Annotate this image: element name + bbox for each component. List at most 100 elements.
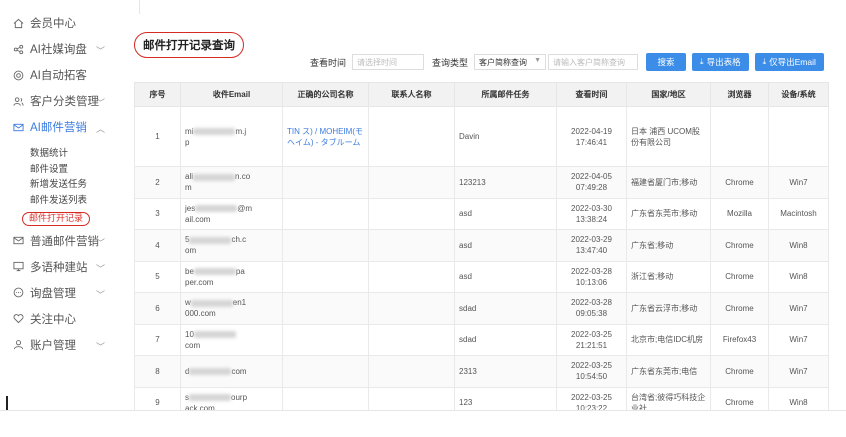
sidebar-item-label: 普通邮件营销: [30, 235, 99, 248]
filter-bar: 查看时间 请选择时间 查询类型 客户简称查询 ▼ 请输入客户简称查询 搜索 ⤓ …: [310, 53, 830, 71]
column-header: 所属邮件任务: [454, 82, 557, 107]
row-number: 5: [134, 260, 181, 293]
view-date: 2022-03-29: [571, 235, 612, 245]
mail-task: Davin: [454, 106, 557, 167]
row-number: 8: [134, 355, 181, 388]
redacted-blur: [189, 236, 232, 244]
view-date: 2022-03-25: [571, 361, 612, 371]
sidebar-item-4[interactable]: AI邮件营销 ︿: [0, 114, 139, 140]
view-clock: 13:47:40: [575, 246, 608, 256]
contact-name: [368, 106, 455, 167]
sidebar-item-label: 客户分类管理: [30, 96, 99, 108]
sidebar-item-6[interactable]: 多语种建站 ﹀: [0, 254, 139, 280]
records-table-wrapper: 序号 收件Email 正确的公司名称 联系人名称 所属邮件任务 查看时间 国家/地区 浏览器设…: [134, 82, 838, 410]
table-row[interactable]: 2 ali n.co m 123213 2022-04-05 07:49:28 福建省厦门市;…: [134, 166, 829, 199]
table-row[interactable]: 1 mi m.j p TIN ス) / MOHEIM(モヘイム) - タブルーム Davi…: [134, 106, 829, 167]
company-name: [282, 197, 369, 230]
sidebar-item-3[interactable]: 客户分类管理 ﹀: [0, 88, 139, 114]
table-row[interactable]: 7 10 com sdad 2022-03-25 21:21:51 北京市;电信IDC机房 F…: [134, 323, 829, 356]
redacted-blur: [189, 368, 232, 376]
export-table-button[interactable]: ⤓ 导出表格: [692, 53, 749, 71]
email-prefix: w: [185, 298, 191, 308]
table-row[interactable]: 9 s ourp ack.com 123 2022-03-25 10:23:22 台湾省;彼得…: [134, 386, 829, 410]
table-row[interactable]: 4 5 ch.c om asd 2022-03-29 13:47:40 广东省;移动 Chrom…: [134, 229, 829, 262]
company-name: [282, 355, 369, 388]
contact-name: [368, 292, 455, 325]
view-time: 2022-04-05 07:49:28: [556, 166, 627, 199]
query-type-select[interactable]: 客户简称查询 ▼: [474, 54, 547, 70]
sidebar-item-1[interactable]: AI社媒询盘 ﹀: [0, 36, 139, 62]
browser: Mozilla: [710, 197, 769, 230]
region: 台湾省;彼得巧科技企业社: [626, 386, 711, 410]
mail-task: asd: [454, 229, 557, 262]
region: 广东省东莞市;移动: [626, 197, 711, 230]
mail-task: asd: [454, 260, 557, 293]
chevron-down-icon: ﹀: [95, 289, 105, 300]
table-row[interactable]: 3 jes @m ail.com asd 2022-03-30 13:38:24 广东省东莞市…: [134, 197, 829, 230]
type-label: 查询类型: [432, 57, 469, 68]
view-date: 2022-04-05: [571, 172, 612, 182]
keyword-input[interactable]: 请输入客户简称查询: [548, 54, 639, 70]
submenu-item[interactable]: 数据统计: [30, 146, 139, 162]
view-date: 2022-03-28: [571, 266, 612, 276]
email-domain: @m: [237, 203, 253, 213]
row-number: 3: [134, 197, 181, 230]
chevron-up-icon: ︿: [95, 124, 105, 134]
email-domain: com: [231, 366, 247, 376]
browser: Chrome: [710, 355, 769, 388]
heart-icon: [12, 313, 24, 325]
device-os: Win8: [768, 260, 829, 293]
company-name: [282, 292, 369, 325]
device-os: Win8: [768, 229, 829, 262]
submenu-item[interactable]: 新增发送任务: [30, 177, 139, 193]
contact-name: [368, 323, 455, 356]
search-button[interactable]: 搜索: [646, 53, 687, 71]
view-date: 2022-03-25: [571, 329, 612, 339]
view-clock: 17:46:41: [575, 137, 608, 147]
row-number: 1: [134, 106, 181, 167]
company-name: [282, 166, 369, 199]
mail-task: 2313: [454, 355, 557, 388]
view-time: 2022-03-25 10:23:22: [556, 386, 627, 410]
table-row[interactable]: 8 d com 2313 2022-03-25 10:54:50 广东省东莞市;电信 Chro…: [134, 355, 829, 388]
sidebar-item-7[interactable]: 询盘管理 ﹀: [0, 280, 139, 306]
date-input[interactable]: 请选择时间: [352, 54, 425, 70]
contact-name: [368, 355, 455, 388]
export-email-button[interactable]: ⤓ 仅导出Email: [754, 53, 824, 71]
submenu-item[interactable]: 邮件发送列表: [30, 193, 139, 209]
row-number: 4: [134, 229, 181, 262]
table-header-row: 序号 收件Email 正确的公司名称 联系人名称 所属邮件任务 查看时间 国家/地区 浏览器设…: [134, 82, 829, 107]
sidebar-item-label: 会员中心: [30, 18, 76, 30]
export-table-label: 导出表格: [706, 57, 741, 67]
sidebar-item-0[interactable]: 会员中心: [0, 10, 139, 36]
region: 广东省东莞市;电信: [626, 355, 711, 388]
table-row[interactable]: 5 be pa per.com asd 2022-03-28 10:13:06 浙江省;移动 C…: [134, 260, 829, 293]
region: 广东省云浮市;移动: [626, 292, 711, 325]
sidebar-item-9[interactable]: 账户管理 ﹀: [0, 332, 139, 358]
email-cell: s ourp ack.com: [180, 386, 283, 410]
records-table: 序号 收件Email 正确的公司名称 联系人名称 所属邮件任务 查看时间 国家/地区 浏览器设…: [134, 82, 829, 410]
sidebar-item-8[interactable]: 关注中心: [0, 306, 139, 332]
email-domain: ourp: [231, 392, 248, 402]
table-row[interactable]: 6 w en1 000.com sdad 2022-03-28 09:05:38 广东省云浮市…: [134, 292, 829, 325]
sidebar-item-label: 关注中心: [30, 313, 76, 326]
monitor-icon: [12, 261, 24, 273]
view-clock: 10:54:50: [575, 372, 608, 382]
device-os: [768, 106, 829, 167]
sidebar-item-5[interactable]: 普通邮件营销 ﹀: [0, 228, 139, 254]
submenu-item[interactable]: 邮件设置: [30, 162, 139, 178]
contact-name: [368, 166, 455, 199]
download-icon: ⤓: [700, 57, 704, 66]
view-time: 2022-03-29 13:47:40: [556, 229, 627, 262]
column-header: 序号: [134, 82, 181, 107]
email-cell: ali n.co m: [180, 166, 283, 199]
row-number: 6: [134, 292, 181, 325]
user-icon: [12, 339, 24, 351]
submenu-item-current[interactable]: 邮件打开记录: [22, 212, 91, 226]
column-header: 设备/系统: [768, 82, 829, 107]
company-name: [282, 386, 369, 410]
email-cell: d com: [180, 355, 283, 388]
column-header: 联系人名称: [368, 82, 455, 107]
sidebar-item-2[interactable]: AI自动拓客: [0, 62, 139, 88]
home-icon: [12, 17, 24, 29]
